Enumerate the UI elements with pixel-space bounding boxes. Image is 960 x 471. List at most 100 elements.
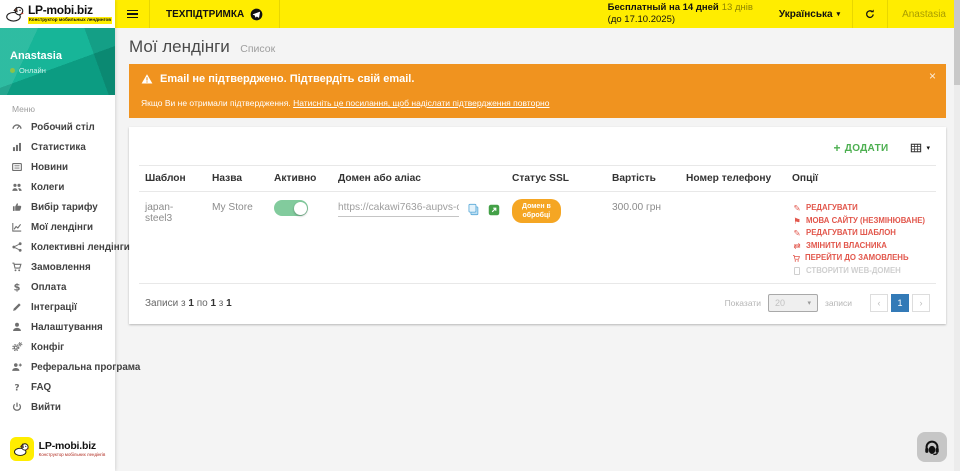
hamburger-menu-icon[interactable]	[115, 0, 149, 28]
sidebar-item-payment[interactable]: Оплата	[0, 277, 115, 297]
alert-title-text: Email не підтверджено. Підтвердіть свій …	[160, 73, 414, 85]
dog-logo-badge-icon	[10, 437, 34, 461]
row-options: ✎РЕДАГУВАТИ ⚑МОВА САЙТУ (НЕЗМІНЮВАНЕ) ✎Р…	[792, 202, 930, 277]
refresh-icon	[864, 8, 876, 20]
col-phone: Номер телефону	[680, 166, 786, 192]
option-site-language[interactable]: ⚑МОВА САЙТУ (НЕЗМІНЮВАНЕ)	[792, 215, 930, 228]
trial-info: Бесплатный на 14 дней13 днів (до 17.10.2…	[608, 2, 767, 26]
ssl-status-badge: Домен в обробці	[512, 199, 561, 223]
logout-icon	[11, 401, 23, 413]
config-gears-icon	[11, 341, 23, 353]
sidebar-item-statistics[interactable]: Статистика	[0, 137, 115, 157]
email-alert: Email не підтверджено. Підтвердіть свій …	[129, 64, 946, 118]
content: Мої лендінги Список Email не підтверджен…	[115, 28, 960, 471]
landings-card: + ДОДАТИ ▾ Шаблон	[129, 127, 946, 324]
option-edit[interactable]: ✎РЕДАГУВАТИ	[792, 202, 930, 215]
prev-page-button[interactable]: ‹	[870, 294, 888, 312]
copy-icon[interactable]	[467, 203, 480, 216]
brand-tagline: Конструктор мобильных лендингов	[28, 17, 112, 24]
main-area: ТЕХПІДТРИМКА Бесплатный на 14 дней13 дні…	[115, 0, 960, 471]
grid-icon	[910, 142, 922, 154]
topbar: ТЕХПІДТРИМКА Бесплатный на 14 дней13 дні…	[115, 0, 960, 28]
table-footer: Записи з 1 по 1 з 1 Показати 20 ▾ записи…	[139, 283, 936, 324]
sidebar-item-dashboard[interactable]: Робочий стіл	[0, 117, 115, 137]
chevron-down-icon: ▾	[808, 299, 812, 307]
sidebar-item-collective-landings[interactable]: Колективні лендінги	[0, 237, 115, 257]
tariff-icon	[11, 201, 23, 213]
option-create-web-domain: СТВОРИТИ WEB-ДОМЕН	[792, 265, 930, 278]
sidebar-user-name: Anastasia	[10, 50, 105, 62]
brand-tagline-bottom: Конструктор мобільних лендінгів	[39, 453, 106, 457]
telegram-icon	[250, 8, 263, 21]
support-chat-button[interactable]	[917, 432, 947, 462]
warning-icon	[141, 73, 153, 85]
cart-icon	[792, 254, 801, 263]
topbar-username[interactable]: Anastasia	[888, 0, 960, 28]
sidebar-item-orders[interactable]: Замовлення	[0, 257, 115, 277]
sidebar-item-my-landings[interactable]: Мої лендінги	[0, 217, 115, 237]
cell-phone	[680, 192, 786, 284]
dog-logo-icon	[5, 4, 25, 24]
col-template: Шаблон	[139, 166, 206, 192]
page-subtitle: Список	[240, 43, 275, 55]
resend-confirmation-link[interactable]: Натисніть це посилання, щоб надіслати пі…	[293, 98, 549, 108]
external-link-icon[interactable]	[488, 204, 500, 216]
online-status-dot	[10, 68, 15, 73]
cell-price: 300.00 грн	[606, 192, 680, 284]
close-icon[interactable]: ×	[929, 70, 936, 82]
option-edit-template[interactable]: ✎РЕДАГУВАТИ ШАБЛОН	[792, 227, 930, 240]
col-name: Назва	[206, 166, 268, 192]
page-size-select[interactable]: 20 ▾	[768, 294, 818, 312]
brand-logo-bottom[interactable]: LP-mobi.biz Конструктор мобільних лендін…	[0, 430, 115, 471]
active-toggle[interactable]	[274, 200, 308, 216]
brand-name: LP-mobi.biz	[28, 4, 112, 16]
chevron-down-icon: ▾	[926, 144, 930, 152]
headset-icon	[923, 438, 941, 456]
refresh-button[interactable]	[853, 0, 887, 28]
table-header-row: Шаблон Назва Активно Домен або аліас Ста…	[139, 166, 936, 192]
page-1-button[interactable]: 1	[891, 294, 909, 312]
sidebar-item-settings[interactable]: Налаштування	[0, 317, 115, 337]
next-page-button[interactable]: ›	[912, 294, 930, 312]
brand-name-bottom: LP-mobi.biz	[39, 441, 106, 452]
sidebar-item-tariff[interactable]: Вибір тарифу	[0, 197, 115, 217]
sidebar-item-news[interactable]: Новини	[0, 157, 115, 177]
sidebar-item-logout[interactable]: Вийти	[0, 397, 115, 417]
domain-link[interactable]: https://cakawi7636-aupvs-com-42	[338, 202, 459, 217]
sidebar-item-faq[interactable]: FAQ	[0, 377, 115, 397]
orders-cart-icon	[11, 261, 23, 273]
settings-user-icon	[11, 321, 23, 333]
trial-until: (до 17.10.2025)	[608, 14, 753, 26]
page-title: Мої лендінги	[129, 37, 230, 56]
scrollbar-thumb[interactable]	[954, 0, 960, 85]
language-dropdown[interactable]: Українська ▾	[767, 0, 852, 28]
integrations-icon	[11, 301, 23, 313]
chevron-down-icon: ▾	[837, 10, 841, 18]
sidebar-item-integrations[interactable]: Інтеграції	[0, 297, 115, 317]
faq-icon	[11, 381, 23, 393]
colleagues-icon	[11, 181, 23, 193]
option-go-to-orders[interactable]: ПЕРЕЙТИ ДО ЗАМОВЛЕНЬ	[792, 252, 930, 265]
trial-days-left: 13 днів	[722, 2, 753, 13]
news-icon	[11, 161, 23, 173]
col-ssl-status: Статус SSL	[506, 166, 606, 192]
pagination: Показати 20 ▾ записи ‹ 1 ›	[725, 294, 930, 312]
payment-icon	[11, 281, 23, 293]
brand-logo-top[interactable]: LP-mobi.biz Конструктор мобильных лендин…	[0, 0, 115, 28]
edit-icon: ✎	[792, 227, 802, 240]
support-button[interactable]: ТЕХПІДТРИМКА	[150, 0, 279, 28]
share-icon	[11, 241, 23, 253]
sidebar: LP-mobi.biz Конструктор мобильных лендин…	[0, 0, 115, 471]
option-change-owner[interactable]: ⇄ЗМІНИТИ ВЛАСНИКА	[792, 240, 930, 253]
table-view-button[interactable]: ▾	[910, 142, 930, 154]
sidebar-item-config[interactable]: Конфіг	[0, 337, 115, 357]
topbar-divider	[279, 0, 280, 28]
flag-icon: ⚑	[792, 215, 802, 228]
sidebar-user-status: Онлайн	[19, 66, 46, 75]
sidebar-item-colleagues[interactable]: Колеги	[0, 177, 115, 197]
add-button[interactable]: + ДОДАТИ	[833, 142, 888, 154]
dashboard-icon	[11, 121, 23, 133]
sidebar-item-referral[interactable]: Реферальна програма	[0, 357, 115, 377]
file-icon	[794, 267, 800, 275]
records-info: Записи з 1 по 1 з 1	[145, 298, 232, 309]
